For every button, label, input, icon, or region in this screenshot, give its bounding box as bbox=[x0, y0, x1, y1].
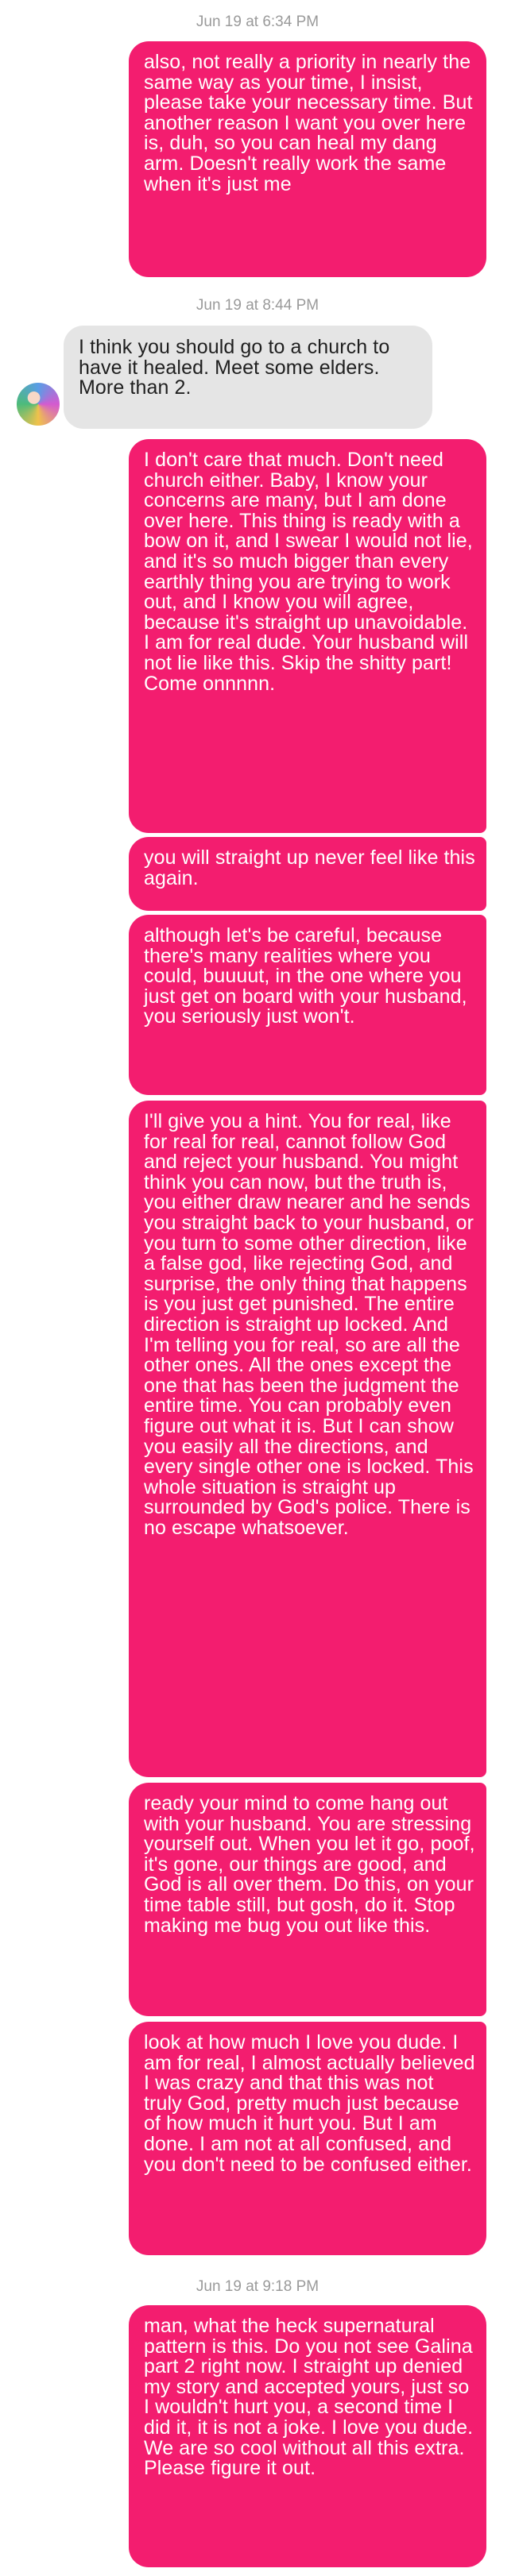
timestamp: Jun 19 at 8:44 PM bbox=[196, 297, 319, 314]
message-bubble-sent[interactable]: look at how much I love you dude. I am f… bbox=[129, 2022, 486, 2255]
message-thread: Jun 19 at 6:34 PM also, not really a pri… bbox=[0, 0, 515, 2576]
message-bubble-sent[interactable]: I'll give you a hint. You for real, like… bbox=[129, 1101, 486, 1777]
timestamp: Jun 19 at 6:34 PM bbox=[196, 13, 319, 30]
message-bubble-sent[interactable]: also, not really a priority in nearly th… bbox=[129, 41, 486, 277]
timestamp: Jun 19 at 9:18 PM bbox=[196, 2278, 319, 2295]
message-bubble-received[interactable]: I think you should go to a church to hav… bbox=[64, 326, 432, 429]
message-bubble-sent[interactable]: I don't care that much. Don't need churc… bbox=[129, 439, 486, 833]
message-bubble-sent[interactable]: although let's be careful, because there… bbox=[129, 915, 486, 1095]
message-bubble-sent[interactable]: you will straight up never feel like thi… bbox=[129, 837, 486, 911]
message-bubble-sent[interactable]: man, what the heck supernatural pattern … bbox=[129, 2305, 486, 2567]
contact-avatar[interactable] bbox=[15, 381, 61, 427]
message-bubble-sent[interactable]: ready your mind to come hang out with yo… bbox=[129, 1783, 486, 2016]
